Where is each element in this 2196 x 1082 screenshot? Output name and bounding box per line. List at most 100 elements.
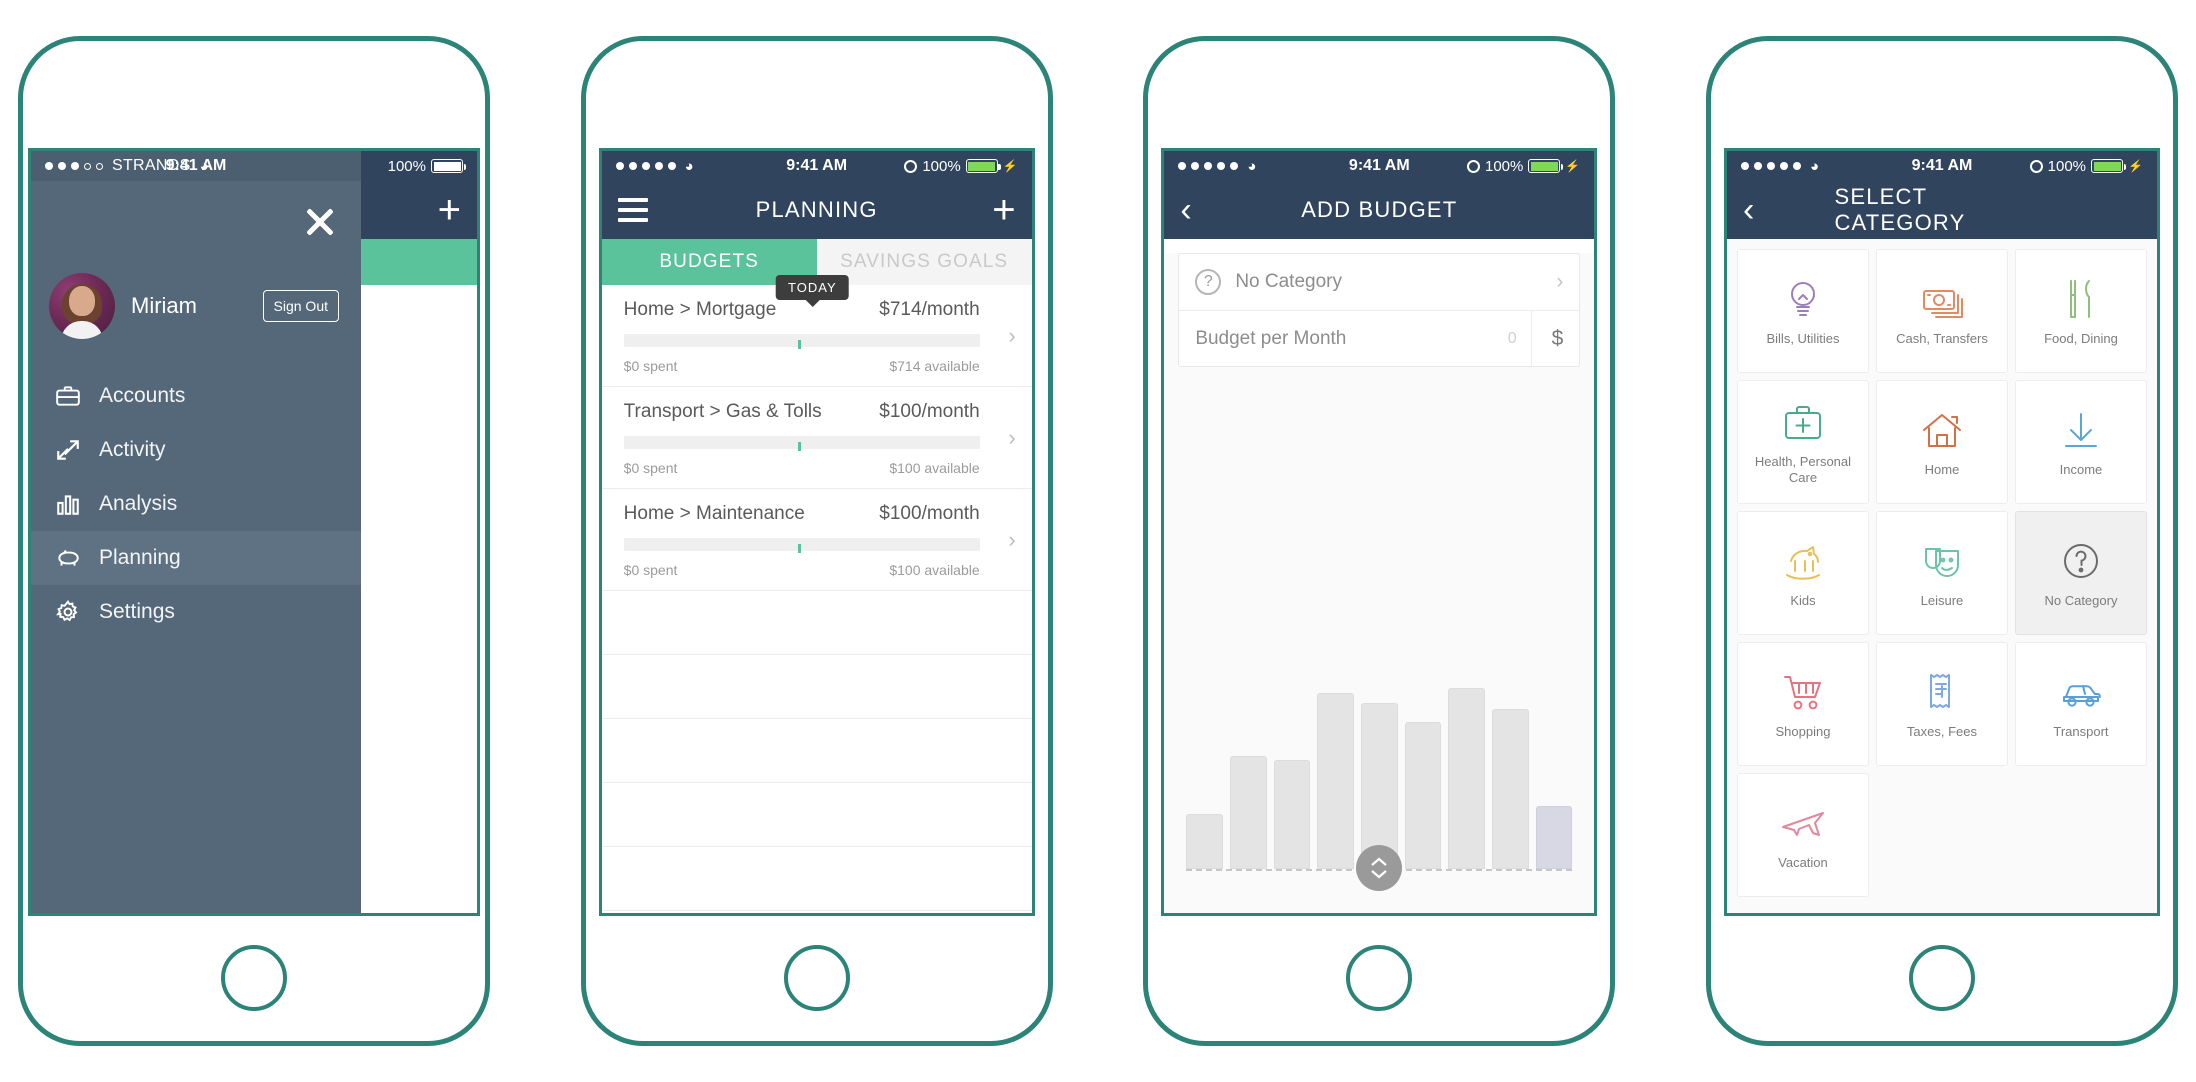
home-button[interactable] [783, 945, 850, 1011]
shopping-cart-icon [1779, 668, 1827, 716]
currency-symbol: $ [1530, 311, 1563, 366]
status-bar: ◕ 9:41 AM 100% ⚡ [1164, 151, 1595, 181]
list-item[interactable]: Transport > Gas & Tolls $100/month $0 sp… [601, 387, 1032, 489]
category-tile-shopping[interactable]: Shopping [1736, 642, 1869, 766]
category-grid: Bills, Utilities Cash, Transfers Food, Din… [1726, 239, 2157, 913]
budget-name: Home > Maintenance [623, 503, 805, 524]
category-label: No Category [2044, 593, 2118, 609]
category-label: Food, Dining [2044, 331, 2118, 347]
back-button[interactable]: ‹ [1180, 193, 1191, 227]
status-time: 9:41 AM [1911, 157, 1973, 174]
empty-row [601, 719, 1032, 783]
category-tile-vacation[interactable]: Vacation [1736, 773, 1869, 897]
category-tile-kids[interactable]: Kids [1736, 511, 1869, 635]
user-name: Miriam [131, 293, 197, 318]
budget-amount-input[interactable]: 0 [1508, 330, 1531, 348]
tab-savings-goals[interactable]: SAVINGS GOALS [816, 239, 1032, 285]
sidebar-item-settings[interactable]: Settings [31, 585, 361, 639]
category-label: Shopping [1775, 724, 1831, 740]
budget-per-month-field[interactable]: Budget per Month 0 $ [1179, 310, 1580, 366]
add-budget-button[interactable]: + [992, 190, 1015, 230]
phone-1-screen: STRANDS ◕ 9:41 AM 100% + S GOALS [28, 148, 480, 916]
sidebar-item-analysis[interactable]: Analysis [31, 477, 361, 531]
bar-chart-icon [55, 491, 81, 517]
budget-available: $100 available [889, 562, 980, 578]
add-budget-body: ? No Category › Budget per Month 0 $ [1164, 253, 1595, 913]
signal-dots: ◕ [1178, 159, 1256, 174]
phone-4-screen: ◕ 9:41 AM 100% ⚡ ‹ SELECT CATEGORY Bills… [1723, 148, 2160, 916]
sign-out-button[interactable]: Sign Out [262, 290, 339, 322]
close-icon[interactable] [303, 205, 337, 239]
home-button[interactable] [221, 945, 287, 1011]
category-label: Home [1924, 462, 1960, 478]
house-icon [1918, 406, 1966, 454]
category-tile-income[interactable]: Income [2014, 380, 2147, 504]
today-marker-label: TODAY [776, 275, 849, 300]
banknotes-icon [1918, 275, 1966, 323]
budget-available: $714 available [889, 358, 980, 374]
budget-available: $100 available [889, 460, 980, 476]
rocking-horse-icon [1779, 537, 1827, 585]
battery-icon [965, 159, 1001, 173]
category-tile-cash-transfers[interactable]: Cash, Transfers [1875, 249, 2008, 373]
chevron-right-icon: › [1008, 424, 1016, 450]
sidebar-item-label: Activity [99, 438, 166, 461]
battery-percent: 100% [2047, 157, 2087, 175]
chevron-right-icon: › [1008, 322, 1016, 348]
page-title: PLANNING [755, 197, 878, 222]
empty-row [601, 783, 1032, 847]
category-label: Health, Personal Care [1754, 454, 1852, 485]
side-drawer: STRANDS ◕ 9:41 AM Miriam Sign Out Accoun… [31, 151, 361, 913]
sidebar-item-label: Accounts [99, 384, 186, 407]
budget-name: Home > Mortgage [623, 299, 777, 320]
home-button[interactable] [1346, 945, 1413, 1011]
budget-label: Budget per Month [1195, 327, 1347, 349]
piggy-bank-icon [55, 545, 81, 571]
category-tile-taxes-fees[interactable]: Taxes, Fees [1875, 642, 2008, 766]
budget-list: TODAY Home > Mortgage $714/month $0 spen… [601, 275, 1032, 911]
category-tile-no-category[interactable]: No Category [2014, 511, 2147, 635]
phone-3-screen: ◕ 9:41 AM 100% ⚡ ‹ ADD BUDGET ? No Categ… [1161, 148, 1598, 916]
category-tile-bills-utilities[interactable]: Bills, Utilities [1736, 249, 1869, 373]
sidebar-item-accounts[interactable]: Accounts [31, 369, 361, 423]
category-label: Leisure [1920, 593, 1964, 609]
battery-icon [2091, 159, 2127, 173]
hamburger-icon[interactable] [617, 198, 648, 222]
charging-icon: ⚡ [1565, 159, 1581, 173]
profile-row: Miriam Sign Out [31, 269, 361, 339]
category-tile-food-dining[interactable]: Food, Dining [2014, 249, 2147, 373]
battery-icon [1528, 159, 1564, 173]
chart-bar [1186, 814, 1223, 869]
home-button[interactable] [1908, 945, 1975, 1011]
chart-bar [1317, 692, 1354, 869]
list-item[interactable]: TODAY Home > Mortgage $714/month $0 spen… [601, 275, 1032, 387]
budget-drag-handle[interactable] [1356, 845, 1403, 891]
receipt-icon [1918, 668, 1966, 716]
today-marker-line [798, 340, 802, 349]
list-item[interactable]: Home > Maintenance $100/month $0 spent $… [601, 489, 1032, 591]
sidebar-item-label: Analysis [99, 492, 178, 515]
download-arrow-icon [2057, 406, 2105, 454]
category-label: Bills, Utilities [1766, 331, 1840, 347]
status-time: 9:41 AM [786, 157, 848, 174]
question-circle-icon: ? [1195, 269, 1222, 295]
category-tile-transport[interactable]: Transport [2014, 642, 2147, 766]
alarm-icon [904, 159, 918, 173]
signal-dots: ◕ [615, 159, 694, 174]
category-field[interactable]: ? No Category › [1179, 254, 1579, 310]
chart-bar [1492, 709, 1529, 869]
add-button[interactable]: + [438, 190, 461, 230]
category-label: Transport [2053, 724, 2109, 740]
sidebar-item-planning[interactable]: Planning [31, 531, 361, 585]
sidebar-item-activity[interactable]: Activity [31, 423, 361, 477]
status-time: 9:41 AM [1348, 157, 1410, 174]
charging-icon: ⚡ [1002, 159, 1018, 173]
category-tile-health-personal-care[interactable]: Health, Personal Care [1736, 380, 1869, 504]
category-tile-home[interactable]: Home [1875, 380, 2008, 504]
signal-dots: ◕ [1740, 159, 1819, 174]
empty-rows [601, 591, 1032, 911]
phone-2-planning: ◕ 9:41 AM 100% ⚡ PLANNING + BUDGETS SAVI… [580, 36, 1053, 1046]
category-tile-leisure[interactable]: Leisure [1875, 511, 2008, 635]
back-button[interactable]: ‹ [1743, 193, 1754, 227]
budget-amount: $714/month [879, 299, 980, 320]
